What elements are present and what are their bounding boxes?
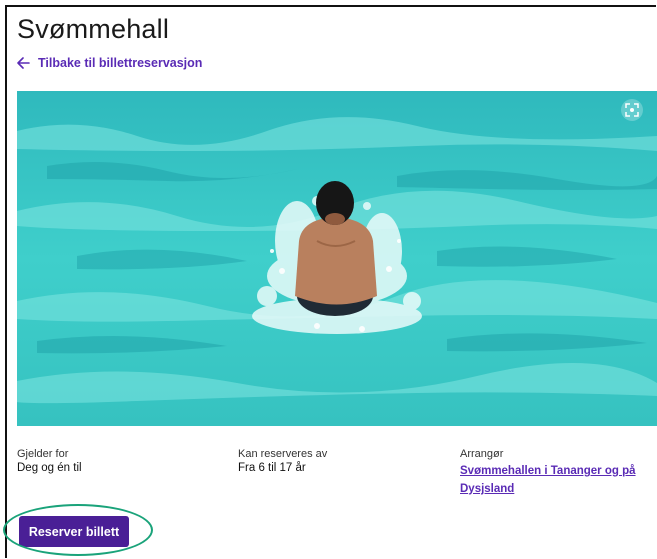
reservable-by-block: Kan reserveres av Fra 6 til 17 år	[238, 448, 327, 474]
organizer-block: Arrangør Svømmehallen i Tananger og på D…	[460, 448, 636, 498]
expand-image-button[interactable]	[621, 99, 643, 121]
pool-photo	[17, 91, 657, 426]
back-link[interactable]: Tilbake til billettreservasjon	[17, 56, 202, 70]
expand-icon	[625, 103, 639, 117]
reservable-by-value: Fra 6 til 17 år	[238, 462, 306, 474]
organizer-link[interactable]: Svømmehallen i Tananger og på Dysjsland	[460, 462, 636, 498]
back-link-label: Tilbake til billettreservasjon	[38, 56, 203, 70]
page-title: Svømmehall	[17, 14, 170, 44]
organizer-link-line2: Dysjsland	[460, 483, 515, 495]
organizer-label: Arrangør	[460, 448, 504, 460]
organizer-link-line1: Svømmehallen i Tananger og på	[460, 465, 636, 477]
applies-to-block: Gjelder for Deg og én til	[17, 448, 82, 474]
arrow-left-icon	[17, 57, 30, 69]
reserve-ticket-button[interactable]: Reserver billett	[19, 516, 129, 547]
reservable-by-label: Kan reserveres av	[238, 448, 328, 460]
applies-to-value: Deg og én til	[17, 462, 82, 474]
applies-to-label: Gjelder for	[17, 448, 69, 460]
hero-image	[17, 91, 657, 426]
